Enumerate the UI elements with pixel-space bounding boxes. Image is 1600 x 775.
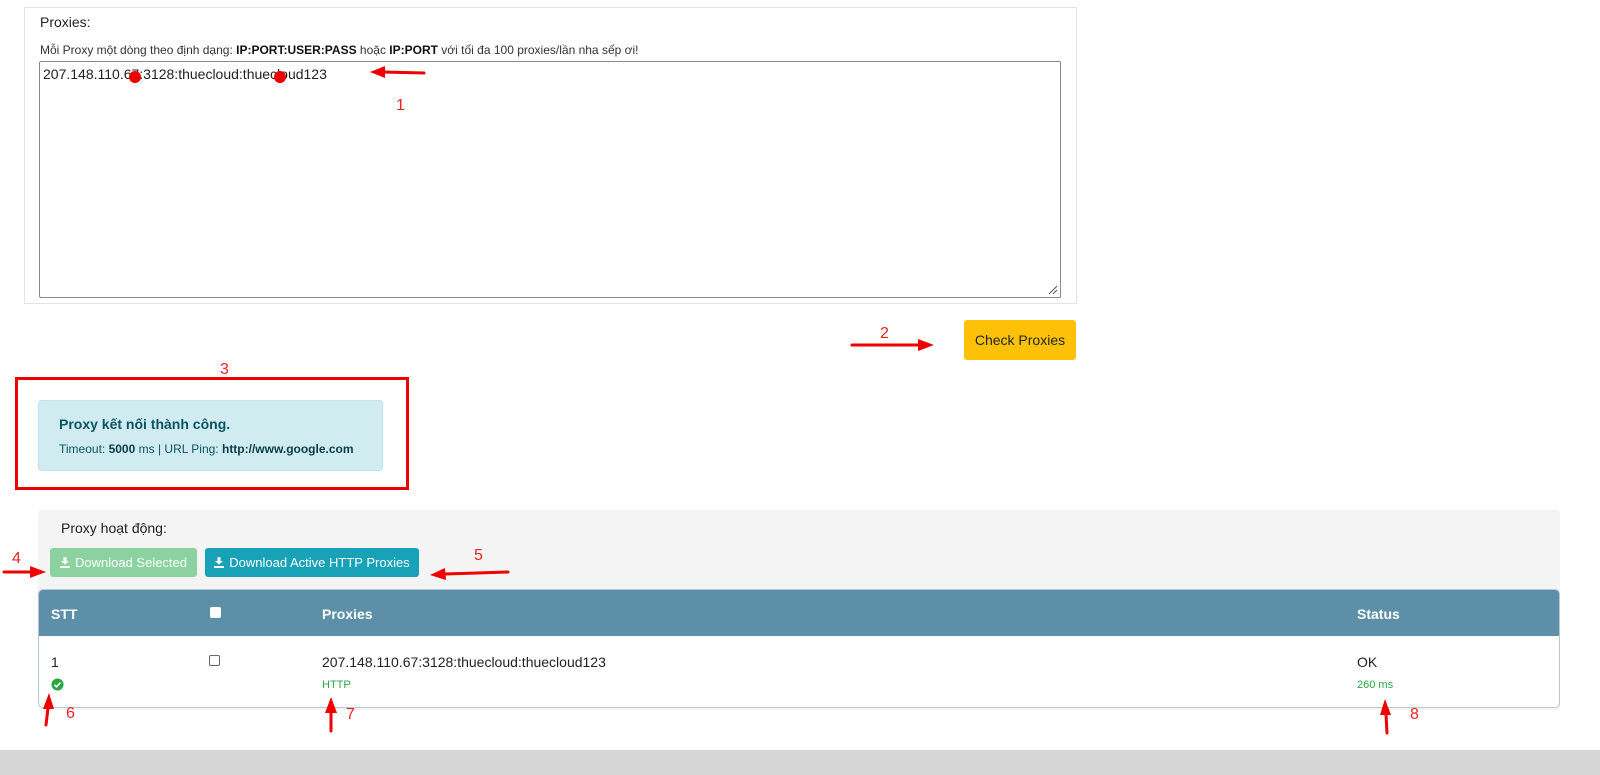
- annotation-label: 4: [12, 550, 21, 567]
- annotation-label: 6: [66, 705, 75, 722]
- annotation-label: 1: [396, 97, 405, 114]
- annotation-label: 7: [346, 706, 355, 723]
- redaction-dots: [129, 71, 286, 83]
- annotation-label: 3: [220, 361, 229, 378]
- annotation-overlay: [2, 66, 1391, 735]
- annotation-label: 8: [1410, 706, 1419, 723]
- arrow-icon: [2, 66, 1391, 735]
- horizontal-scrollbar[interactable]: [0, 750, 1600, 775]
- annotation-label: 2: [880, 325, 889, 342]
- annotation-label: 5: [474, 547, 483, 564]
